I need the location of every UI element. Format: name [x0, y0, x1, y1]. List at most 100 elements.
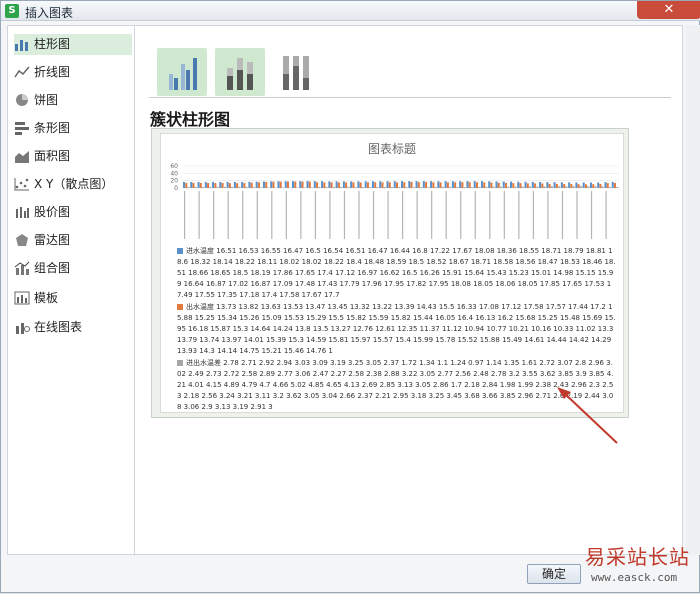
sidebar-item-line[interactable]: 折线图: [14, 62, 132, 83]
x-axis-label-mark: [257, 191, 258, 239]
chart-bar: [258, 182, 260, 188]
chart-bar: [270, 181, 272, 188]
chart-bar: [198, 182, 200, 188]
subtype-percent-stacked-column[interactable]: [273, 48, 323, 96]
sidebar-item-scatter[interactable]: X Y（散点图）: [14, 174, 132, 195]
x-axis-label-mark: [417, 191, 418, 239]
chart-bar: [602, 186, 604, 188]
chart-bar: [565, 186, 567, 188]
sidebar-item-radar[interactable]: 雷达图: [14, 230, 132, 251]
chart-bar: [338, 182, 340, 188]
subtype-stacked-column[interactable]: [215, 48, 265, 96]
chart-preview[interactable]: 图表标题 6040200 进水温度 16.51 16.53 16.55 16.4…: [151, 128, 629, 418]
legend-series-name: 出水温度: [186, 303, 214, 311]
chart-bar: [299, 181, 301, 188]
x-axis-label-mark: [387, 191, 388, 239]
chart-bar: [285, 181, 287, 188]
x-axis-label-mark: [358, 191, 359, 239]
chart-bar: [401, 181, 403, 188]
sidebar-item-bar[interactable]: 条形图: [14, 118, 132, 139]
sidebar-item-stock[interactable]: 股价图: [14, 202, 132, 223]
chart-bar: [445, 181, 447, 188]
chart-bar: [520, 183, 522, 188]
chart-bar: [539, 182, 541, 188]
chart-bar: [374, 182, 376, 188]
chart-bar: [556, 184, 558, 188]
chart-bar: [447, 182, 449, 188]
area-chart-icon: [14, 149, 30, 163]
chart-bar: [214, 183, 216, 188]
chart-bar: [256, 182, 258, 188]
chart-bar: [389, 182, 391, 188]
chart-bar: [246, 187, 248, 188]
chart-bar: [316, 182, 318, 188]
sidebar-item-pie[interactable]: 饼图: [14, 90, 132, 111]
chart-bar: [507, 187, 509, 188]
chart-bar: [229, 183, 231, 188]
chart-bar: [336, 181, 338, 188]
watermark-text: 易采站长站: [585, 541, 690, 570]
chart-bar: [372, 181, 374, 188]
ok-button[interactable]: 确定: [527, 564, 581, 584]
sidebar-item-column[interactable]: 柱形图: [14, 34, 132, 55]
scatter-chart-icon: [14, 177, 30, 191]
sidebar-item-online[interactable]: 在线图表: [14, 317, 132, 338]
chart-bar: [454, 182, 456, 188]
chart-bar: [331, 182, 333, 188]
chart-bar: [529, 186, 531, 188]
chart-bar: [357, 181, 359, 188]
sidebar-item-label: 模板: [34, 291, 58, 305]
chart-bar: [534, 183, 536, 188]
chart-bar: [360, 182, 362, 188]
chart-bar: [195, 187, 197, 188]
bar-chart-icon: [14, 37, 30, 51]
chart-bar: [394, 181, 396, 188]
sidebar-item-label: 面积图: [34, 149, 70, 163]
radar-chart-icon: [14, 233, 30, 247]
x-axis-label-mark: [199, 191, 200, 239]
chart-bar: [340, 187, 342, 188]
sidebar-item-label: 股价图: [34, 205, 70, 219]
x-axis-label-mark: [213, 191, 214, 239]
chart-bar: [238, 187, 240, 188]
chart-bar: [219, 182, 221, 188]
chart-bar: [227, 182, 229, 188]
chart-bar: [423, 181, 425, 188]
close-button[interactable]: ✕: [637, 1, 700, 19]
dialog-title: 插入图表: [25, 4, 73, 21]
chart-bar: [416, 181, 418, 188]
sidebar-item-area[interactable]: 面积图: [14, 146, 132, 167]
chart-bar: [505, 183, 507, 188]
chart-bar: [253, 187, 255, 188]
legend-swatch: [177, 304, 183, 310]
chart-bar: [466, 181, 468, 188]
x-axis-label-mark: [605, 191, 606, 239]
chart-bar: [561, 182, 563, 188]
chart-bar: [243, 183, 245, 188]
chart-bar: [544, 186, 546, 188]
sidebar-item-template[interactable]: 模板: [14, 288, 132, 309]
chart-bar: [307, 181, 309, 188]
x-axis-label-mark: [300, 191, 301, 239]
legend-values: 2.78 2.71 2.92 2.94 3.03 3.09 3.19 3.25 …: [177, 359, 613, 411]
template-icon: [14, 291, 30, 305]
chart-bar: [432, 182, 434, 188]
chart-bar: [614, 183, 616, 188]
chart-bar: [510, 182, 512, 188]
chart-bar: [376, 187, 378, 188]
chart-bar: [241, 182, 243, 188]
legend-values: 13.73 13.82 13.63 13.53 13.47 13.45 13.3…: [177, 303, 616, 355]
chart-bar: [406, 187, 408, 188]
divider: [149, 97, 671, 98]
chart-preview-canvas: 图表标题 6040200 进水温度 16.51 16.53 16.55 16.4…: [160, 133, 624, 413]
chart-bar: [333, 187, 335, 188]
legend-swatch: [177, 360, 183, 366]
subtype-clustered-column[interactable]: [157, 48, 207, 96]
chart-bar: [476, 182, 478, 188]
sidebar-item-combo[interactable]: 组合图: [14, 258, 132, 279]
watermark: 易采站长站 www.easck.com: [577, 539, 700, 594]
y-tick-label: 20: [170, 178, 178, 185]
sidebar-item-label: X Y（散点图）: [34, 177, 113, 191]
chart-category-sidebar: 柱形图 折线图 饼图 条形图 面积图 X Y（散点图） 股价图 雷达图 组合图 …: [7, 25, 135, 555]
chart-bar: [323, 182, 325, 188]
